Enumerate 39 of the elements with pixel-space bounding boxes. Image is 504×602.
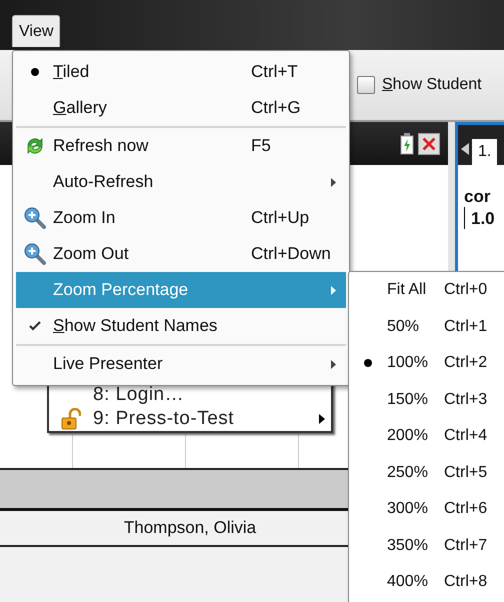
battery-icon [400,132,414,154]
menu-item[interactable]: Refresh now F5 [16,128,346,164]
checkbox[interactable] [357,76,375,94]
submenu-arrow-icon [319,414,325,424]
menu-item[interactable]: 350% Ctrl+7 [349,528,504,564]
menu-item[interactable]: Zoom In Ctrl+Up [16,200,346,236]
menu-item[interactable]: Live Presenter [16,346,346,382]
menu-item[interactable]: 400% Ctrl+8 [349,564,504,600]
view-menu-button[interactable]: View [12,15,60,47]
menu-item[interactable]: 200% Ctrl+4 [349,418,504,454]
student-name: Thompson, Olivia [124,518,256,538]
menu-item[interactable]: Tiled Ctrl+T [16,54,346,90]
page-tab[interactable]: 1. [472,139,498,165]
checkbox-label[interactable]: Show Student [382,76,482,94]
document-menu-item[interactable]: 9: Press-to-Test [93,408,234,430]
menu-item[interactable]: 50% Ctrl+1 [349,308,504,345]
zoom-in-icon [24,207,46,229]
submenu-arrow-icon [331,360,336,368]
document-menu-item[interactable]: 8: Login… [93,384,184,406]
menu-item[interactable]: 250% Ctrl+5 [349,454,504,491]
submenu-arrow-icon [331,286,336,294]
menu-item[interactable]: 300% Ctrl+6 [349,491,504,528]
menu-item[interactable]: Show Student Names [16,308,346,346]
submenu-arrow-icon [331,178,336,186]
menu-item[interactable]: 150% Ctrl+3 [349,382,504,418]
close-icon[interactable] [418,132,440,154]
menu-item[interactable]: Gallery Ctrl+G [16,90,346,128]
menu-item[interactable]: 100% Ctrl+2 [349,345,504,382]
value-text: 1.0 [464,207,504,229]
left-arrow-icon[interactable] [461,143,469,155]
menu-item[interactable]: Zoom Out Ctrl+Down [16,236,346,272]
padlock-icon [61,408,81,430]
menu-item[interactable]: Auto-Refresh [16,164,346,200]
menu-item[interactable]: Fit All Ctrl+0 [349,272,504,308]
checkmark-icon [28,321,40,331]
zoom-out-icon [24,243,46,265]
bullet-icon [364,359,372,368]
heading-text: cor [463,186,492,207]
bullet-icon [30,68,38,76]
